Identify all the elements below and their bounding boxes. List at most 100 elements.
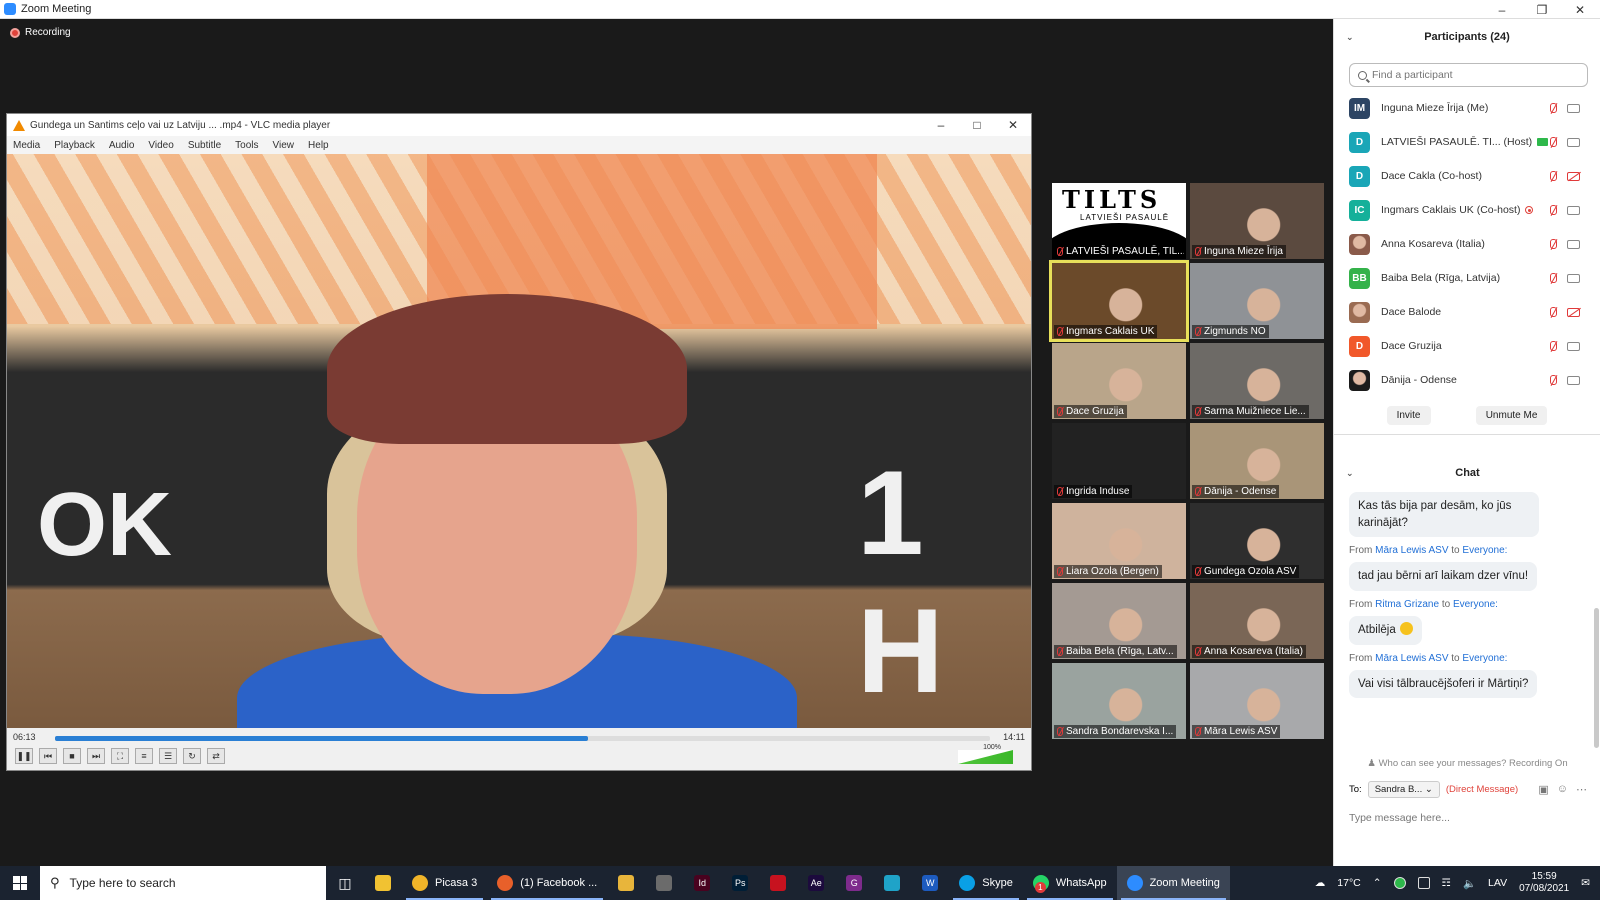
vlc-extended-settings-button[interactable]: ≡ <box>135 748 153 764</box>
vlc-fullscreen-button[interactable]: ⛶ <box>111 748 129 764</box>
chat-sender[interactable]: Māra Lewis ASV <box>1375 545 1448 556</box>
chat-scrollbar[interactable] <box>1594 608 1599 748</box>
taskbar-acrobat-button[interactable] <box>759 866 797 900</box>
language-indicator[interactable]: LAV <box>1488 877 1507 889</box>
vlc-loop-button[interactable]: ↻ <box>183 748 201 764</box>
vlc-playlist-button[interactable]: ☰ <box>159 748 177 764</box>
emoji-icon[interactable]: ☺ <box>1557 783 1568 796</box>
video-tile[interactable]: Zigmunds NO <box>1190 263 1324 339</box>
participant-row[interactable]: IC Ingmars Caklais UK (Co-host) <box>1334 193 1600 227</box>
clock[interactable]: 15:59 07/08/2021 <box>1519 871 1569 896</box>
security-icon[interactable] <box>1393 877 1406 889</box>
video-tile[interactable]: Baiba Bela (Rīga, Latv... <box>1052 583 1186 659</box>
vlc-stop-button[interactable]: ■ <box>63 748 81 764</box>
vlc-menu-view[interactable]: View <box>273 140 295 151</box>
vlc-seek-bar[interactable] <box>55 736 990 741</box>
vlc-menu-audio[interactable]: Audio <box>109 140 135 151</box>
participant-row[interactable]: IM Inguna Mieze Īrija (Me) <box>1334 91 1600 125</box>
start-button[interactable] <box>0 866 40 900</box>
chat-collapse-icon[interactable]: ⌄ <box>1346 468 1354 479</box>
taskbar-app[interactable]: 1 WhatsApp <box>1023 866 1117 900</box>
video-tile[interactable]: Ingmars Caklais UK <box>1049 260 1189 342</box>
taskbar-store-button[interactable] <box>645 866 683 900</box>
restore-button[interactable]: ❐ <box>1524 0 1560 19</box>
participant-row[interactable]: BB Baiba Bela (Rīga, Latvija) <box>1334 261 1600 295</box>
participant-row[interactable]: D Dace Cakla (Co-host) <box>1334 159 1600 193</box>
task-view-button[interactable]: ◫ <box>326 866 364 900</box>
taskbar-app[interactable]: Zoom Meeting <box>1116 866 1230 900</box>
wifi-icon[interactable]: ☶ <box>1442 877 1451 889</box>
windows-taskbar: ⚲ Type here to search ◫ Picasa 3 (1) Face… <box>0 866 1600 900</box>
video-tile[interactable]: TILTS LATVIEŠI PASAULĒ LATVIEŠI PASAULĒ, T… <box>1052 183 1186 259</box>
vlc-close-button[interactable]: ✕ <box>995 114 1031 136</box>
chat-message-input[interactable]: Type message here... <box>1334 812 1600 824</box>
battery-icon[interactable] <box>1417 877 1430 889</box>
video-tile[interactable]: Sandra Bondarevska I... <box>1052 663 1186 739</box>
vlc-pause-button[interactable]: ❚❚ <box>15 748 33 764</box>
taskbar-after-effects-button[interactable]: Ae <box>797 866 835 900</box>
video-tile[interactable]: Sarma Muižniece Lie... <box>1190 343 1324 419</box>
chat-visibility-note[interactable]: ♟ Who can see your messages? Recording O… <box>1334 758 1600 769</box>
window-title-bar: Zoom Meeting – ❐ ✕ <box>0 0 1600 19</box>
vlc-next-button[interactable]: ⏭ <box>87 748 105 764</box>
video-tile[interactable]: Gundega Ozola ASV <box>1190 503 1324 579</box>
invite-button[interactable]: Invite <box>1386 406 1431 425</box>
participant-row[interactable]: Dānija - Odense <box>1334 363 1600 397</box>
notifications-icon[interactable]: ✉ <box>1581 877 1590 889</box>
video-tile[interactable]: Dānija - Odense <box>1190 423 1324 499</box>
taskbar-app[interactable]: (1) Facebook ... <box>487 866 607 900</box>
weather-text[interactable]: 17°C <box>1337 877 1360 889</box>
participant-row[interactable]: Dace Balode <box>1334 295 1600 329</box>
more-icon[interactable]: ⋯ <box>1576 783 1587 796</box>
vlc-menu-playback[interactable]: Playback <box>54 140 95 151</box>
video-tile[interactable]: Anna Kosareva (Italia) <box>1190 583 1324 659</box>
vlc-video-frame[interactable]: OK 1 H <box>7 154 1031 728</box>
vlc-minimize-button[interactable]: – <box>923 114 959 136</box>
chat-recipient-select[interactable]: Sandra B... ⌄ <box>1367 781 1440 798</box>
taskbar-word-button[interactable]: W <box>911 866 949 900</box>
file-icon[interactable]: ▣ <box>1538 783 1548 796</box>
vlc-menu-subtitle[interactable]: Subtitle <box>188 140 221 151</box>
vlc-prev-button[interactable]: ⏮ <box>39 748 57 764</box>
video-tile[interactable]: Dace Gruzija <box>1052 343 1186 419</box>
unmute-me-button[interactable]: Unmute Me <box>1475 406 1548 425</box>
avatar: BB <box>1349 267 1370 289</box>
participants-collapse-icon[interactable]: ⌄ <box>1346 32 1354 43</box>
chat-sender[interactable]: Ritma Grizane <box>1375 599 1439 610</box>
participant-row[interactable]: Anna Kosareva (Italia) <box>1334 227 1600 261</box>
close-button[interactable]: ✕ <box>1562 0 1598 19</box>
minimize-button[interactable]: – <box>1484 0 1520 19</box>
vlc-menu-help[interactable]: Help <box>308 140 329 151</box>
vlc-window[interactable]: Gundega un Santims ceļo vai uz Latviju .… <box>6 113 1032 771</box>
vlc-menu-video[interactable]: Video <box>148 140 173 151</box>
video-tile-name: LATVIEŠI PASAULĒ, TIL... <box>1054 245 1184 258</box>
vlc-menu-tools[interactable]: Tools <box>235 140 258 151</box>
taskbar-indesign-button[interactable]: Id <box>683 866 721 900</box>
camera-icon <box>1567 273 1580 283</box>
taskbar-app-g-button[interactable]: G <box>835 866 873 900</box>
vlc-shuffle-button[interactable]: ⇄ <box>207 748 225 764</box>
participant-row[interactable]: D LATVIEŠI PASAULĒ. TI... (Host) <box>1334 125 1600 159</box>
video-tile[interactable]: Māra Lewis ASV <box>1190 663 1324 739</box>
recording-indicator[interactable]: Recording <box>10 27 71 38</box>
participant-search-input[interactable] <box>1372 69 1572 81</box>
vlc-maximize-button[interactable]: □ <box>959 114 995 136</box>
video-tile[interactable]: Ingrida Induse <box>1052 423 1186 499</box>
chat-sender[interactable]: Māra Lewis ASV <box>1375 653 1448 664</box>
vlc-menu-media[interactable]: Media <box>13 140 40 151</box>
file-explorer-button[interactable] <box>364 866 402 900</box>
taskbar-chrome-button[interactable] <box>607 866 645 900</box>
taskbar-search[interactable]: ⚲ Type here to search <box>40 866 326 900</box>
participant-search[interactable] <box>1349 63 1588 87</box>
video-tile[interactable]: Inguna Mieze Īrija <box>1190 183 1324 259</box>
taskbar-edge-button[interactable] <box>873 866 911 900</box>
chat-messages[interactable]: Kas tās bija par desām, ko jūs karinājāt… <box>1334 488 1600 750</box>
vlc-volume-slider[interactable] <box>958 750 1013 764</box>
volume-icon[interactable]: 🔈 <box>1463 877 1476 890</box>
taskbar-app[interactable]: Picasa 3 <box>402 866 487 900</box>
chevron-up-icon[interactable]: ⌃ <box>1373 877 1382 889</box>
participant-row[interactable]: D Dace Gruzija <box>1334 329 1600 363</box>
taskbar-photoshop-button[interactable]: Ps <box>721 866 759 900</box>
taskbar-app[interactable]: Skype <box>949 866 1023 900</box>
video-tile[interactable]: Liara Ozola (Bergen) <box>1052 503 1186 579</box>
